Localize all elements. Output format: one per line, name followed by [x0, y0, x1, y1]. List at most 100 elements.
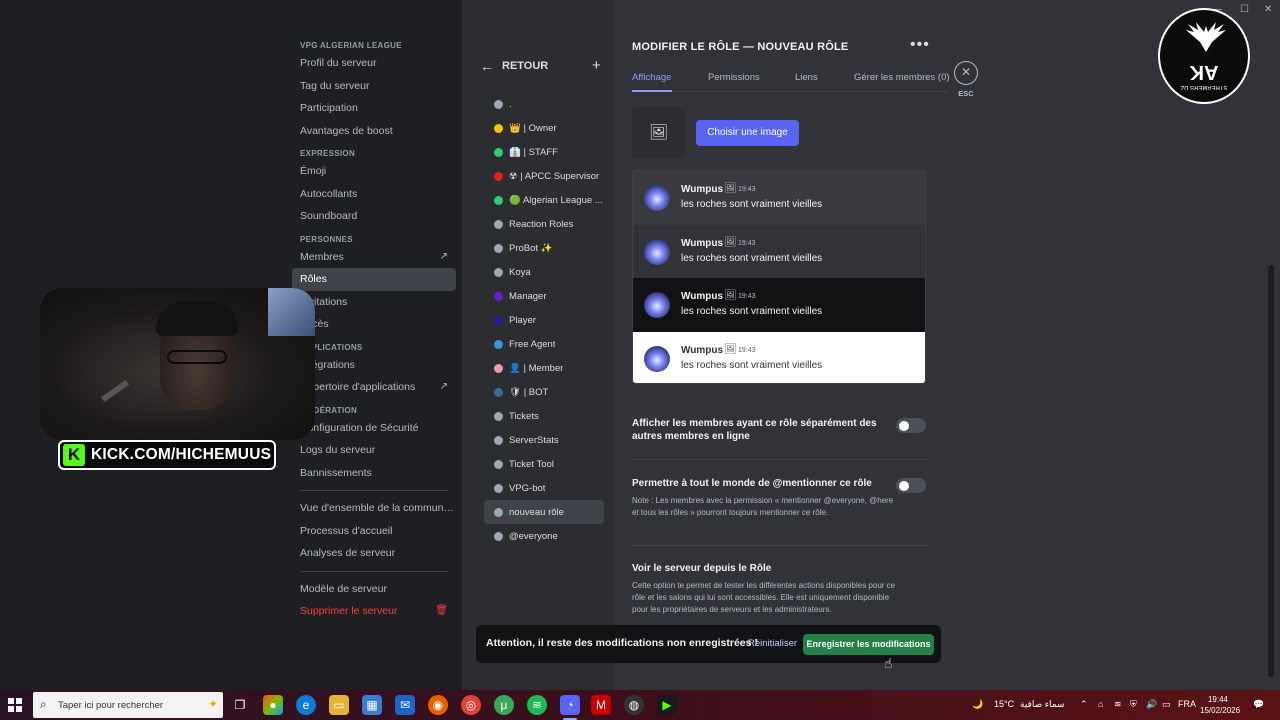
role-color-dot	[494, 243, 503, 253]
role-item[interactable]: ☢ | APCC Supervisor	[484, 164, 604, 188]
sidebar-item[interactable]: Avantages de boost	[292, 120, 456, 143]
sidebar-item[interactable]: Invitations	[292, 291, 456, 314]
task-view-icon[interactable]: ❐	[230, 695, 250, 715]
role-color-dot	[494, 99, 503, 109]
tab-permissions[interactable]: Permissions	[708, 72, 760, 83]
preview-message: Wumpus 🖼 19:43 les roches sont vraiment vie…	[633, 171, 925, 225]
role-item[interactable]: Ticket Tool	[484, 452, 604, 476]
sidebar-item-label: Autocollants	[300, 187, 358, 200]
role-item[interactable]: ProBot ✨	[484, 236, 604, 260]
sidebar-item[interactable]: Bannissements	[292, 462, 456, 485]
sidebar-item[interactable]: Modèle de serveur	[292, 578, 456, 601]
delete-server-button[interactable]: Supprimer le serveur 🗑	[292, 600, 456, 623]
sidebar-item-label: Logs du serveur	[300, 444, 376, 456]
sidebar-item[interactable]: Processus d'accueil	[292, 520, 456, 543]
firefox-icon[interactable]: ◉	[428, 695, 448, 715]
role-item[interactable]: 🟢 Algerian League ...	[484, 188, 604, 212]
vpn-icon[interactable]: ⛨	[1130, 699, 1137, 710]
role-item[interactable]: 👔 | STAFF	[484, 140, 604, 164]
more-options-button[interactable]: •••	[910, 36, 930, 54]
role-item[interactable]: Koya	[484, 260, 604, 284]
role-item[interactable]: ServerStats	[484, 428, 604, 452]
role-item[interactable]: @everyone	[484, 524, 604, 548]
role-item[interactable]: VPG-bot	[484, 476, 604, 500]
choose-image-button[interactable]: Choisir une image	[696, 120, 799, 146]
close-icon[interactable]: ✕	[954, 61, 978, 85]
sidebar-item[interactable]: Membres ↗	[292, 246, 456, 269]
clock[interactable]: 19:44 15/02/2026	[1200, 694, 1240, 716]
mail-icon[interactable]: ✉	[395, 695, 415, 715]
windows-start-icon[interactable]	[8, 698, 22, 712]
sidebar-item[interactable]: Émoji	[292, 160, 456, 183]
tab-gerer-membres[interactable]: Gérer les membres (0)	[854, 72, 950, 83]
role-item[interactable]: 🛡 | BOT	[484, 380, 604, 404]
role-item[interactable]: Reaction Roles	[484, 212, 604, 236]
store-icon[interactable]: ▦	[362, 695, 382, 715]
reset-button[interactable]: Réinitialiser	[748, 638, 797, 649]
role-item[interactable]: Manager	[484, 284, 604, 308]
maximize-button[interactable]: ☐	[1240, 4, 1249, 15]
sidebar-item[interactable]: Intégrations	[292, 354, 456, 377]
taskbar-search[interactable]: ⌕ Taper ici pour rechercher ✦	[33, 692, 223, 718]
role-icon-upload[interactable]: 🖼	[632, 107, 685, 158]
kick-app-icon[interactable]: ▶	[657, 695, 677, 715]
search-input[interactable]: Taper ici pour rechercher	[58, 700, 163, 711]
role-item[interactable]: 👤 | Member	[484, 356, 604, 380]
sidebar-item[interactable]: Logs du serveur	[292, 439, 456, 462]
sidebar-item[interactable]: Participation	[292, 97, 456, 120]
tab-affichage[interactable]: Affichage	[632, 72, 671, 83]
notifications-icon[interactable]: 💬	[1253, 699, 1264, 710]
preview-message: Wumpus 🖼 19:43 les roches sont vraiment vie…	[633, 224, 925, 278]
close-settings[interactable]: ✕ ESC	[954, 61, 978, 98]
spotify-icon[interactable]: ≋	[527, 695, 547, 715]
scrollbar[interactable]	[1268, 265, 1274, 677]
save-changes-button[interactable]: Enregistrer les modifications	[803, 634, 934, 655]
sidebar-item[interactable]: Rôles	[292, 268, 456, 291]
sidebar-item[interactable]: Vue d'ensemble de la communauté	[292, 497, 456, 520]
role-item[interactable]: Tickets	[484, 404, 604, 428]
obs-icon[interactable]: ◍	[624, 695, 644, 715]
file-explorer-icon[interactable]: ▭	[329, 695, 349, 715]
role-name: Manager	[509, 290, 547, 302]
back-button[interactable]: ← RETOUR	[480, 58, 548, 74]
volume-icon[interactable]: 🔊	[1146, 699, 1157, 710]
chevron-up-icon[interactable]: ⌃	[1080, 699, 1088, 710]
role-item[interactable]: Player	[484, 308, 604, 332]
tab-liens[interactable]: Liens	[795, 72, 818, 83]
sidebar-item[interactable]: Accès	[292, 313, 456, 336]
role-name: nouveau rôle	[509, 506, 564, 518]
language-indicator[interactable]: FRA	[1178, 699, 1196, 709]
sidebar-item[interactable]: Configuration de Sécurité	[292, 417, 456, 440]
discord-icon[interactable]: ◔	[560, 695, 580, 715]
chrome-icon[interactable]: ◎	[461, 695, 481, 715]
copilot-icon[interactable]: ●	[263, 695, 283, 715]
display-separately-toggle[interactable]	[896, 418, 926, 433]
edge-icon[interactable]: e	[296, 695, 316, 715]
sidebar-item[interactable]: Autocollants	[292, 183, 456, 206]
mentionable-toggle[interactable]	[896, 478, 926, 493]
sidebar-item[interactable]: Tag du serveur	[292, 75, 456, 98]
mcafee-icon[interactable]: M	[591, 695, 611, 715]
role-item[interactable]: nouveau rôle	[484, 500, 604, 524]
sidebar-item[interactable]: Analyses de serveur	[292, 542, 456, 565]
network-icon[interactable]: ⌂	[1098, 699, 1103, 709]
role-item[interactable]: .	[484, 92, 604, 116]
external-link-icon: ↗	[439, 381, 448, 392]
role-item[interactable]: Free Agent	[484, 332, 604, 356]
sidebar-item[interactable]: Soundboard	[292, 205, 456, 228]
logo-subtitle: STREAMERS DZ	[1180, 84, 1228, 90]
role-item[interactable]: 👑 | Owner	[484, 116, 604, 140]
sidebar-item[interactable]: Répertoire d'applications ↗	[292, 376, 456, 399]
weather-temp[interactable]: 15°C	[994, 699, 1014, 709]
preview-timestamp: 19:43	[738, 186, 756, 193]
role-color-dot	[494, 267, 503, 277]
preview-timestamp: 19:43	[738, 346, 756, 354]
utorrent-icon[interactable]: μ	[494, 695, 514, 715]
add-role-button[interactable]: +	[592, 58, 601, 74]
close-window-button[interactable]: ✕	[1264, 4, 1272, 15]
wifi-off-icon[interactable]: ≋	[1114, 699, 1122, 710]
battery-icon[interactable]: ▭	[1162, 699, 1171, 710]
sidebar-item[interactable]: Profil du serveur	[292, 52, 456, 75]
role-name: .	[509, 98, 512, 110]
webcam-microphone	[100, 379, 130, 403]
